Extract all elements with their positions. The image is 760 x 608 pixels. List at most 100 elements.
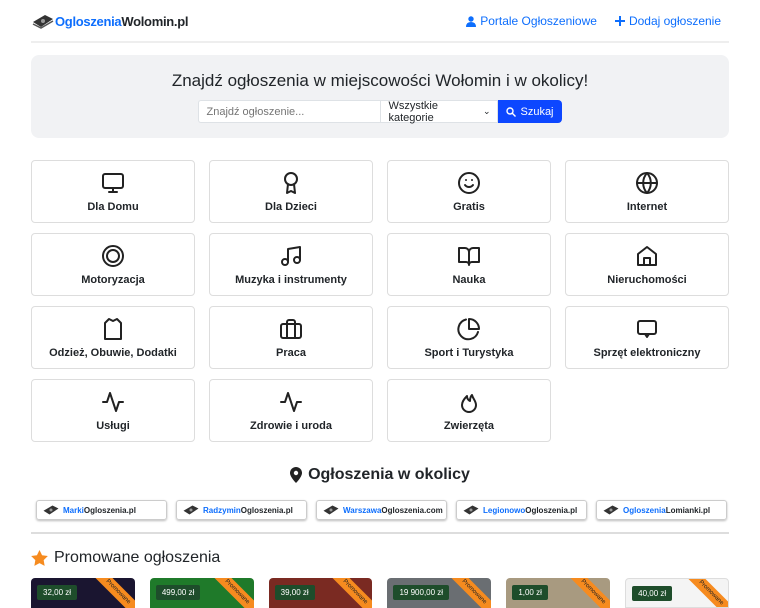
nearby-portal-link[interactable]: MarkiOgloszenia.pl xyxy=(36,500,167,520)
price-badge: 1,00 zł xyxy=(512,585,548,600)
category-label: Odzież, Obuwie, Dodatki xyxy=(49,346,177,359)
category-tile[interactable]: Nauka xyxy=(387,233,551,296)
price-badge: 499,00 zł xyxy=(155,585,201,600)
price-badge: 40,00 zł xyxy=(632,586,673,601)
activity-icon xyxy=(102,391,124,412)
category-grid: Dla Domu Dla Dzieci Gratis Internet Motoryza… xyxy=(31,160,729,442)
category-label: Motoryzacja xyxy=(81,273,145,286)
category-label: Praca xyxy=(276,346,306,359)
promoted-ribbon: Promowane xyxy=(445,578,492,608)
divider xyxy=(31,41,729,43)
site-logo[interactable]: Ogloszenia Wolomin.pl xyxy=(31,13,188,29)
category-tile[interactable]: Zdrowie i uroda xyxy=(209,379,373,442)
nearby-portal-link[interactable]: LegionowoOgloszenia.pl xyxy=(456,500,587,520)
book-icon xyxy=(458,246,480,266)
shirt-icon xyxy=(104,317,122,340)
category-label: Internet xyxy=(626,200,668,213)
category-tile[interactable]: Nieruchomości xyxy=(565,233,729,296)
category-tile[interactable]: Internet xyxy=(565,160,729,223)
promoted-listing-card[interactable]: 19 900,00 zł Promowane xyxy=(387,578,492,608)
promoted-title: Promowane ogłoszenia xyxy=(31,549,729,567)
portal-name-blue: Radzymin xyxy=(203,505,241,515)
search-input[interactable] xyxy=(198,100,381,123)
nearby-title: Ogłoszenia w okolicy xyxy=(308,466,470,483)
category-tile[interactable]: Dla Dzieci xyxy=(209,160,373,223)
category-label: Dla Dzieci xyxy=(265,200,317,213)
flame-icon xyxy=(461,393,477,413)
globe-icon xyxy=(636,171,658,194)
pie-icon xyxy=(457,317,480,340)
portal-name-dark: Lomianki.pl xyxy=(665,505,711,515)
portal-name-blue: Warszawa xyxy=(343,505,382,515)
user-icon xyxy=(466,15,477,27)
portal-name-dark: Ogloszenia.pl xyxy=(83,505,136,515)
portal-name-dark: Ogloszenia.pl xyxy=(525,505,578,515)
promoted-listing-card[interactable]: 39,00 zł Promowane xyxy=(268,578,373,608)
category-select[interactable]: Wszystkie kategorie ⌄ xyxy=(380,99,499,124)
divider xyxy=(31,532,729,534)
search-icon xyxy=(506,106,517,117)
wheel-icon xyxy=(102,244,124,267)
nearby-portal-link[interactable]: OgloszeniaLomianki.pl xyxy=(596,500,727,520)
nearby-portal-link[interactable]: RadzyminOgloszenia.pl xyxy=(176,500,307,520)
music-icon xyxy=(281,245,301,266)
nav-portale-link[interactable]: Portale Ogłoszeniowe xyxy=(466,14,597,28)
category-label: Zwierzęta xyxy=(443,419,495,432)
nearby-portals: MarkiOgloszenia.pl RadzyminOgloszenia.pl W… xyxy=(31,500,729,520)
star-icon xyxy=(31,550,48,566)
hero-title: Znajdź ogłoszenia w miejscowości Wołomin… xyxy=(171,71,589,90)
category-tile[interactable]: Sport i Turystyka xyxy=(387,306,551,369)
category-tile[interactable]: Gratis xyxy=(387,160,551,223)
price-badge: 39,00 zł xyxy=(274,585,315,600)
category-select-value: Wszystkie kategorie xyxy=(388,99,438,124)
category-tile[interactable]: Usługi xyxy=(31,379,195,442)
category-label: Muzyka i instrumenty xyxy=(235,273,347,286)
promoted-listings: 32,00 zł Promowane 499,00 zł Promowane 39,00… xyxy=(31,578,729,608)
promoted-listing-card[interactable]: 1,00 zł Promowane xyxy=(506,578,611,608)
category-tile[interactable]: Dla Domu xyxy=(31,160,195,223)
message-icon xyxy=(637,319,657,338)
chevron-down-icon: ⌄ xyxy=(482,106,491,116)
money-stack-icon xyxy=(463,505,479,515)
category-tile[interactable]: Odzież, Obuwie, Dodatki xyxy=(31,306,195,369)
nearby-portal-link[interactable]: WarszawaOgloszenia.com xyxy=(316,500,447,520)
money-stack-icon xyxy=(323,505,339,515)
category-tile[interactable]: Praca xyxy=(209,306,373,369)
category-label: Nauka xyxy=(452,273,486,286)
plus-icon xyxy=(614,16,625,26)
home-icon xyxy=(637,245,657,266)
price-badge: 19 900,00 zł xyxy=(393,585,450,600)
category-tile[interactable]: Muzyka i instrumenty xyxy=(209,233,373,296)
promoted-listing-card[interactable]: 499,00 zł Promowane xyxy=(149,578,254,608)
nav-label: Portale Ogłoszeniowe xyxy=(480,14,597,28)
money-stack-icon xyxy=(603,505,619,515)
promoted-ribbon: Promowane xyxy=(681,579,728,607)
briefcase-icon xyxy=(280,318,302,339)
promoted-ribbon: Promowane xyxy=(326,578,373,608)
category-label: Sport i Turystyka xyxy=(424,346,514,359)
category-label: Gratis xyxy=(453,200,485,213)
money-stack-icon xyxy=(43,505,59,515)
category-label: Zdrowie i uroda xyxy=(250,419,332,432)
promoted-listing-card[interactable]: 40,00 zł Promowane xyxy=(625,578,729,608)
money-stack-icon xyxy=(32,15,54,29)
category-label: Dla Domu xyxy=(87,200,139,213)
promoted-ribbon: Promowane xyxy=(88,578,135,608)
category-tile[interactable]: Motoryzacja xyxy=(31,233,195,296)
price-badge: 32,00 zł xyxy=(37,585,78,600)
nav-add-listing-link[interactable]: Dodaj ogłoszenie xyxy=(614,14,721,28)
promoted-ribbon: Promowane xyxy=(564,578,611,608)
map-pin-icon xyxy=(290,467,303,483)
pulse-icon xyxy=(280,391,302,412)
category-tile[interactable]: Zwierzęta xyxy=(387,379,551,442)
promoted-title-text: Promowane ogłoszenia xyxy=(54,549,221,566)
promoted-listing-card[interactable]: 32,00 zł Promowane xyxy=(31,578,135,608)
search-button[interactable]: Szukaj xyxy=(498,100,562,123)
portal-name-blue: Marki xyxy=(63,505,84,515)
search-button-label: Szukaj xyxy=(520,105,554,118)
portal-name-dark: Ogloszenia.pl xyxy=(240,505,293,515)
smile-icon xyxy=(458,171,480,194)
award-icon xyxy=(284,171,298,194)
logo-text-blue: Ogloszenia xyxy=(55,13,122,29)
category-tile[interactable]: Sprzęt elektroniczny xyxy=(565,306,729,369)
